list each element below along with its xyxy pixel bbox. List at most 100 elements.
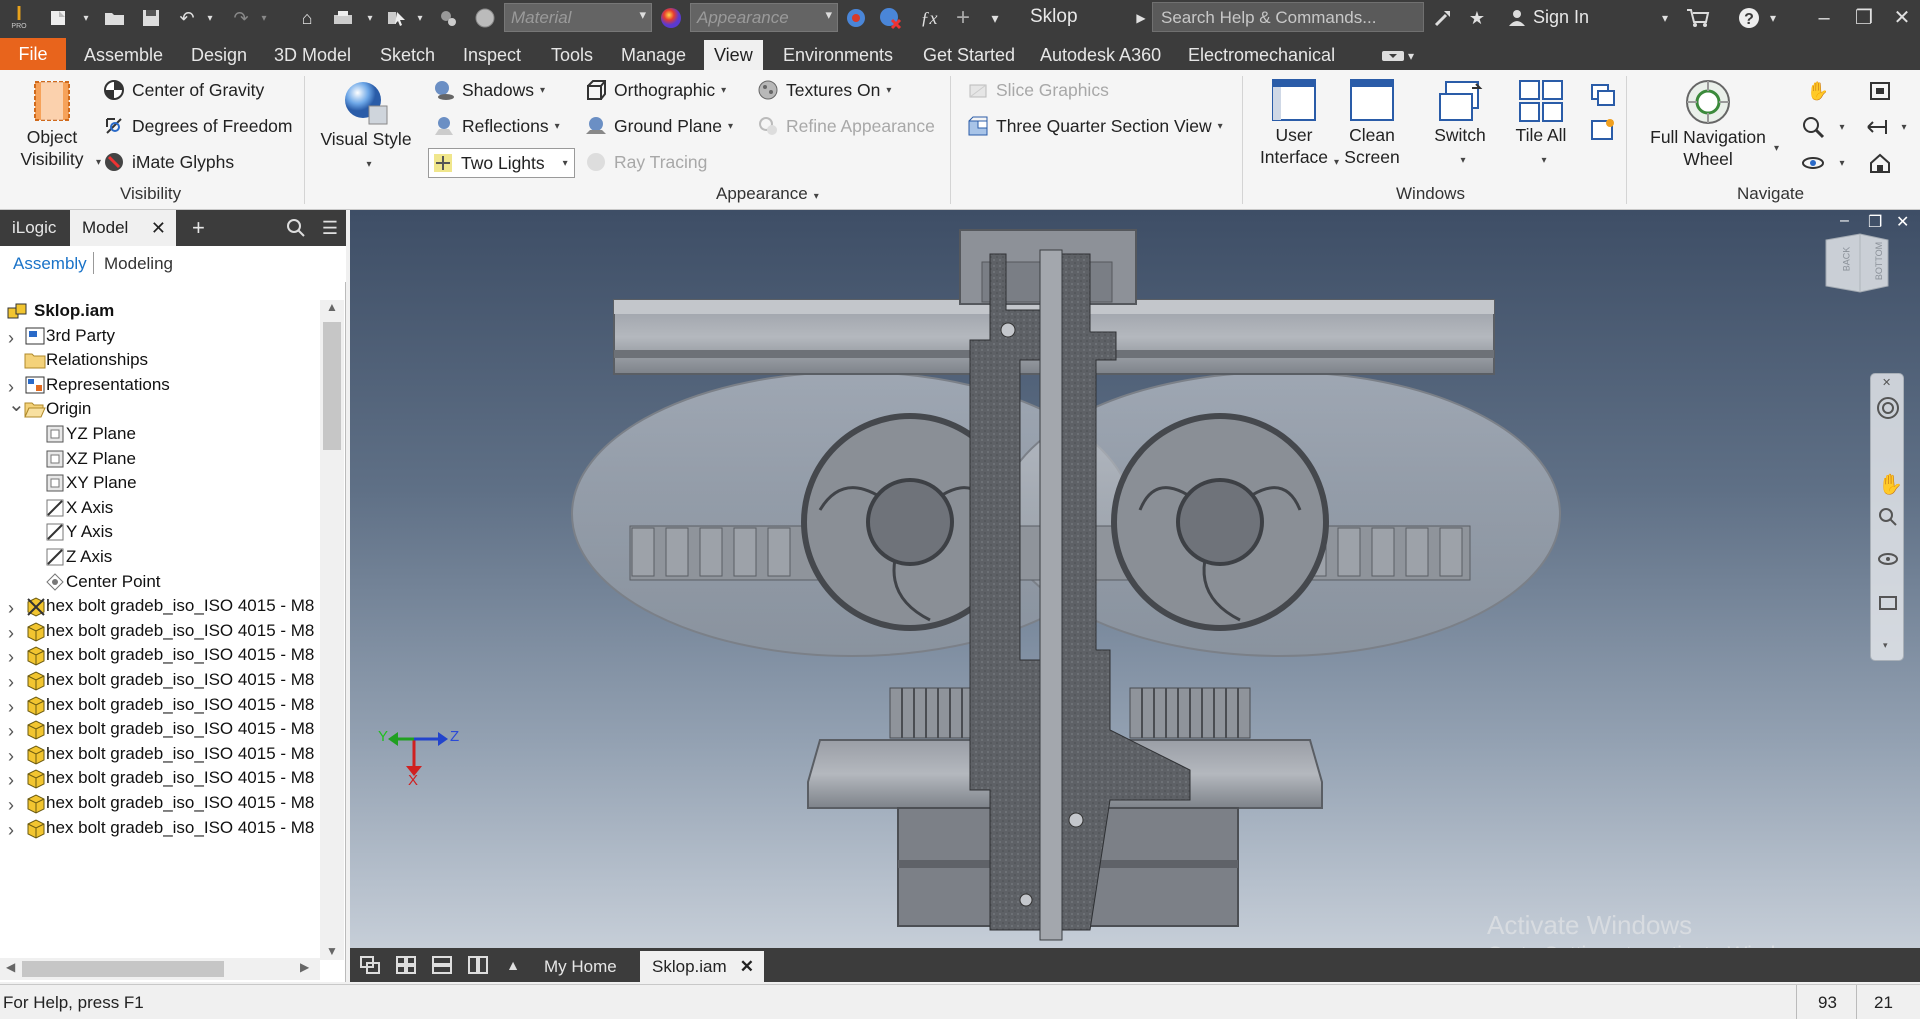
navbar-customize-icon[interactable]: ▾	[1883, 640, 1888, 651]
appearance-ball-icon[interactable]	[656, 4, 686, 32]
search-go-icon[interactable]	[1430, 4, 1456, 32]
viewport-minimize-icon[interactable]: –	[1840, 212, 1849, 230]
scroll-up-icon[interactable]: ▲	[326, 300, 338, 314]
globe-icon[interactable]	[472, 4, 498, 32]
select-dropdown-icon[interactable]: ▾	[414, 4, 426, 32]
appearance-group-label[interactable]: Appearance ▾	[716, 184, 819, 204]
imate-glyphs-button[interactable]: iMate Glyphs	[102, 150, 234, 174]
object-visibility-button[interactable]: Object Visibility ▾	[10, 78, 101, 170]
search-icon[interactable]	[284, 214, 308, 242]
help-icon[interactable]: ?	[1735, 4, 1763, 32]
tile-vertical-icon[interactable]	[464, 952, 492, 978]
viewport-close-icon[interactable]: ✕	[1896, 212, 1909, 232]
scroll-thumb[interactable]	[323, 322, 341, 450]
add-browser-icon[interactable]: +	[180, 210, 217, 246]
tab-ilogic[interactable]: iLogic	[0, 210, 68, 246]
undo-icon[interactable]: ↶	[174, 4, 200, 32]
view-face-icon[interactable]	[1864, 76, 1896, 106]
tab-electromechanical[interactable]: Electromechanical	[1178, 40, 1345, 70]
ray-tracing-button[interactable]: Ray Tracing	[584, 150, 707, 174]
slice-graphics-button[interactable]: Slice Graphics	[966, 78, 1109, 102]
new-file-icon[interactable]	[46, 4, 72, 32]
tab-3d-model[interactable]: 3D Model	[264, 40, 361, 70]
redo-dropdown-icon[interactable]: ▾	[258, 4, 270, 32]
navbar-orbit-icon[interactable]	[1877, 548, 1899, 570]
home-icon[interactable]: ⌂	[294, 4, 320, 32]
doc-tab-sklop[interactable]: Sklop.iam ✕	[640, 951, 764, 982]
browser-vertical-scrollbar[interactable]: ▲ ▼	[320, 300, 344, 960]
ribbon-display-toggle-icon[interactable]: ▾	[1380, 42, 1416, 70]
doc-tab-my-home[interactable]: My Home	[532, 951, 629, 982]
lighting-combo[interactable]: Two Lights ▾	[428, 148, 575, 178]
tile-all-button[interactable]: Tile All ▾	[1508, 78, 1574, 172]
previous-view-icon[interactable]	[1864, 112, 1890, 142]
undo-dropdown-icon[interactable]: ▾	[204, 4, 216, 32]
full-navigation-wheel-button[interactable]: Full Navigation Wheel ▾	[1640, 78, 1779, 170]
navbar-zoom-icon[interactable]	[1877, 506, 1899, 528]
cascade-icon[interactable]	[1588, 80, 1618, 110]
redo-icon[interactable]: ↷	[228, 4, 254, 32]
browser-horizontal-scrollbar[interactable]: ◀ ▶	[0, 958, 320, 980]
viewcube[interactable]: BACK BOTTOM	[1822, 230, 1892, 296]
close-tab-icon[interactable]: ✕	[151, 210, 166, 246]
previous-view-dropdown-icon[interactable]: ▾	[1898, 112, 1910, 142]
visual-style-button[interactable]: Visual Style ▾	[316, 78, 416, 176]
pan-hand-icon[interactable]: ✋	[1800, 76, 1836, 106]
print-dropdown-icon[interactable]: ▾	[364, 4, 376, 32]
clean-screen-button[interactable]: Clean Screen	[1342, 78, 1402, 168]
tab-tools[interactable]: Tools	[541, 40, 603, 70]
open-file-icon[interactable]	[102, 4, 128, 32]
textures-on-button[interactable]: Textures On ▾	[756, 78, 891, 102]
app-logo[interactable]: I PRO	[6, 4, 32, 32]
browser-menu-icon[interactable]: ☰	[318, 214, 342, 242]
degrees-of-freedom-button[interactable]: Degrees of Freedom	[102, 114, 293, 138]
user-icon[interactable]	[1504, 4, 1530, 32]
subtab-modeling[interactable]: Modeling	[104, 254, 173, 274]
orthographic-button[interactable]: Orthographic ▾	[584, 78, 726, 102]
tree-item-hex-bolt-gradeb-iso-iso-4015-m8[interactable]: › hex bolt gradeb_iso_ISO 4015 - M8 :	[0, 813, 320, 843]
user-interface-button[interactable]: User Interface ▾	[1252, 78, 1339, 168]
scroll-right-icon[interactable]: ▶	[300, 960, 309, 974]
save-icon[interactable]	[138, 4, 164, 32]
tab-autodesk-a360[interactable]: Autodesk A360	[1030, 40, 1171, 70]
navbar-close-icon[interactable]: ✕	[1882, 376, 1891, 389]
tab-file[interactable]: File	[0, 38, 66, 70]
select-mode-icon[interactable]	[384, 4, 410, 32]
help-dropdown-icon[interactable]: ▾	[1766, 4, 1780, 32]
hscroll-thumb[interactable]	[22, 961, 224, 977]
shadows-button[interactable]: Shadows ▾	[432, 78, 545, 102]
tab-get-started[interactable]: Get Started	[913, 40, 1025, 70]
refine-appearance-button[interactable]: Refine Appearance	[756, 114, 935, 138]
home-view-icon[interactable]	[1864, 148, 1896, 178]
new-window-icon[interactable]	[1588, 114, 1618, 144]
close-doc-tab-icon[interactable]: ✕	[740, 951, 754, 982]
tab-environments[interactable]: Environments	[773, 40, 903, 70]
close-icon[interactable]: ✕	[1884, 2, 1920, 34]
switch-button[interactable]: Switch ▾	[1420, 78, 1500, 172]
tab-view[interactable]: View	[704, 40, 763, 70]
minimize-icon[interactable]: –	[1806, 2, 1842, 34]
favorites-star-icon[interactable]: ★	[1464, 4, 1490, 32]
tab-assemble[interactable]: Assemble	[74, 40, 173, 70]
collapse-chevron-icon[interactable]: ⌄	[8, 392, 25, 417]
document-list-icon[interactable]: ▲	[502, 952, 524, 978]
tab-sketch[interactable]: Sketch	[370, 40, 445, 70]
orbit-dropdown-icon[interactable]: ▾	[1836, 148, 1848, 178]
tab-design[interactable]: Design	[181, 40, 257, 70]
zoom-icon[interactable]	[1800, 112, 1826, 142]
zoom-dropdown-icon[interactable]: ▾	[1836, 112, 1848, 142]
search-input[interactable]: Search Help & Commands...	[1152, 2, 1424, 32]
plus-icon[interactable]: +	[950, 4, 976, 32]
subtab-assembly[interactable]: Assembly	[13, 254, 87, 274]
reflections-button[interactable]: Reflections ▾	[432, 114, 560, 138]
search-expand-icon[interactable]: ▶	[1134, 4, 1148, 32]
tile-windows-icon[interactable]	[392, 952, 420, 978]
scroll-down-icon[interactable]: ▼	[326, 944, 338, 958]
adjust-appearance-icon[interactable]	[842, 4, 870, 32]
tab-model[interactable]: Model ✕	[70, 210, 176, 246]
navbar-wheel-icon[interactable]	[1876, 396, 1900, 420]
sign-in-dropdown-icon[interactable]: ▾	[1656, 4, 1674, 32]
navbar-view-face-icon[interactable]	[1877, 592, 1899, 614]
print-icon[interactable]	[330, 4, 356, 32]
cart-icon[interactable]	[1684, 4, 1712, 32]
